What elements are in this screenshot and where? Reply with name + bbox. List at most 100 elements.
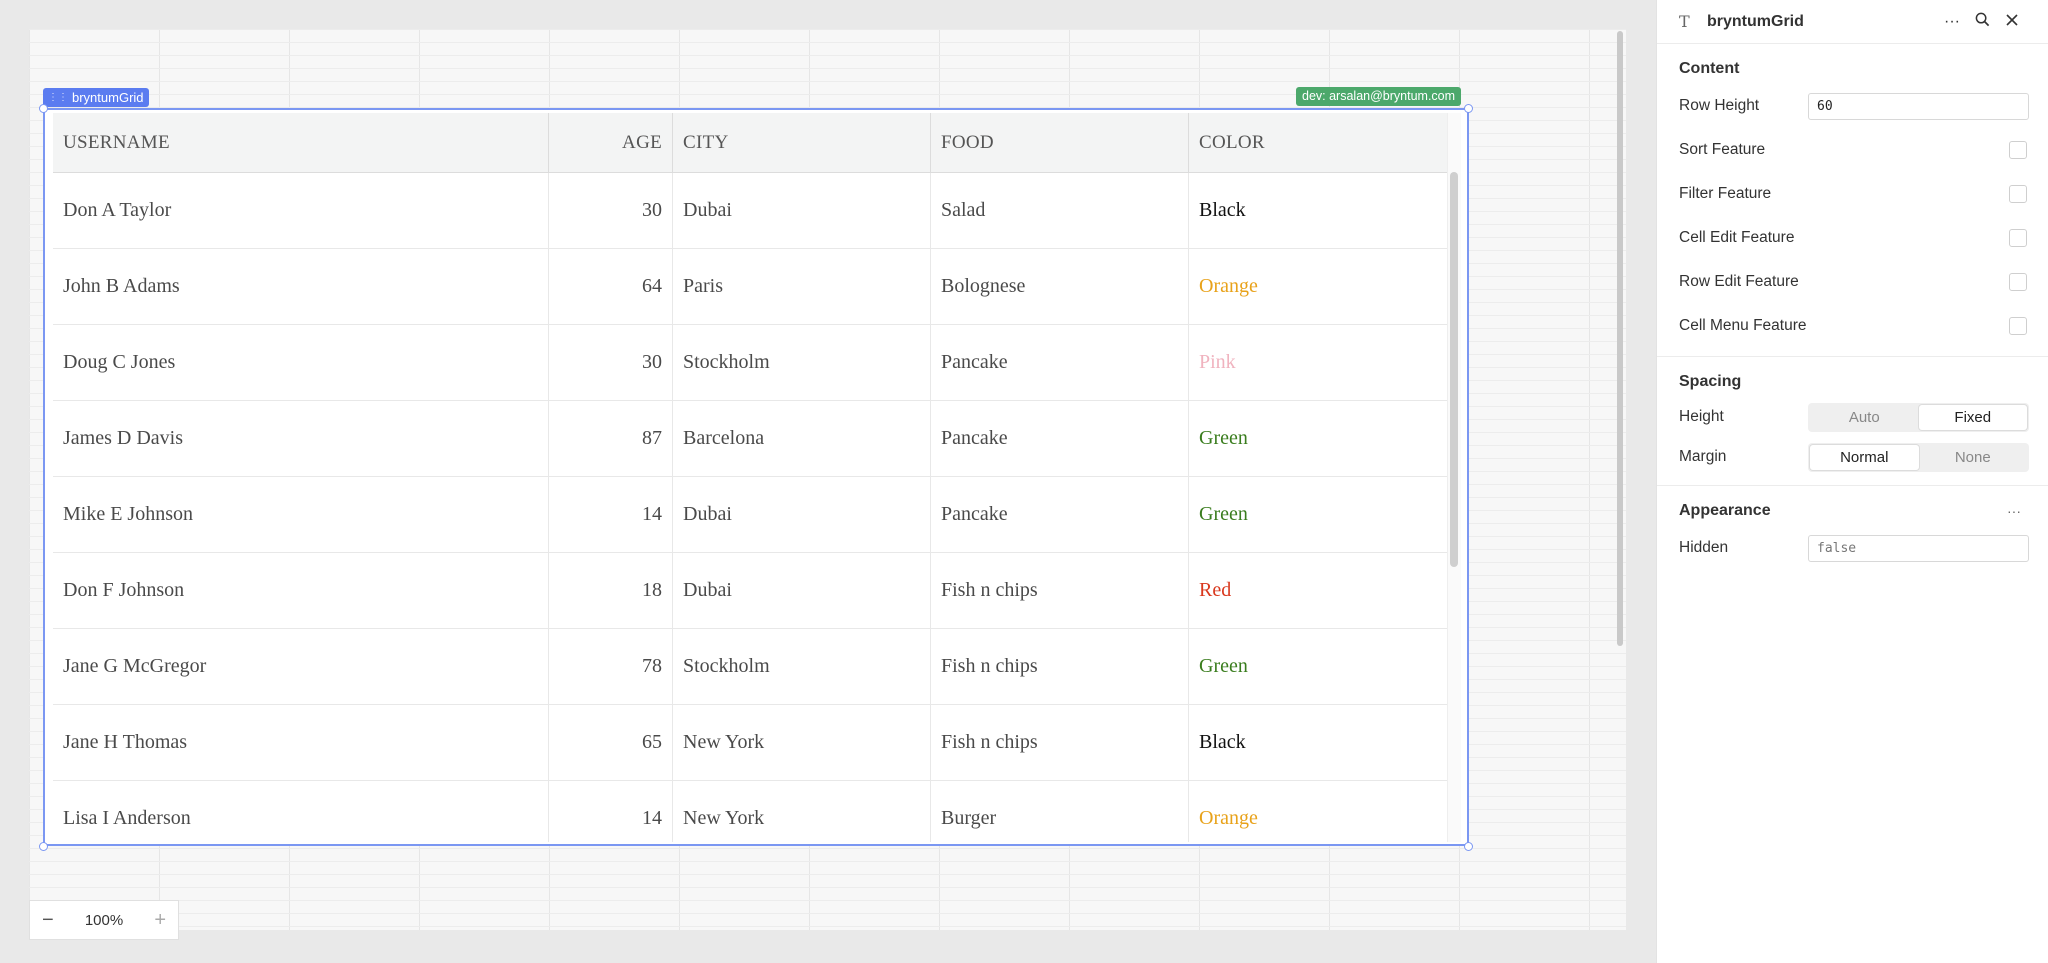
feature-label: Filter Feature (1679, 185, 1772, 202)
table-row[interactable]: Don A Taylor 30 Dubai Salad Black (53, 173, 1450, 249)
feature-list: Sort Feature Filter Feature Cell Edit Feat… (1657, 128, 2048, 348)
height-option-auto[interactable]: Auto (1810, 405, 1919, 430)
column-header-username[interactable]: USERNAME (53, 113, 549, 172)
height-option-fixed[interactable]: Fixed (1918, 404, 2027, 430)
cell-food[interactable]: Salad (931, 173, 1189, 248)
cell-color[interactable]: Red (1189, 553, 1450, 628)
drag-grip-icon[interactable]: ⋮⋮ (48, 88, 68, 107)
cell-age[interactable]: 87 (549, 401, 673, 476)
cell-city[interactable]: New York (673, 781, 931, 842)
cell-food[interactable]: Pancake (931, 325, 1189, 400)
margin-row: Margin Normal None (1657, 437, 2048, 477)
data-grid: USERNAME AGE CITY FOOD COLOR Don A Taylo… (53, 113, 1450, 842)
cell-username[interactable]: Lisa I Anderson (53, 781, 549, 842)
properties-panel: T bryntumGrid ··· Content Row Height 60 … (1656, 0, 2048, 963)
appearance-title-text: Appearance (1679, 502, 1771, 519)
cell-username[interactable]: James D Davis (53, 401, 549, 476)
cell-age[interactable]: 65 (549, 705, 673, 780)
cell-city[interactable]: Paris (673, 249, 931, 324)
cell-age[interactable]: 14 (549, 781, 673, 842)
cell-food[interactable]: Pancake (931, 401, 1189, 476)
resize-handle-top-left[interactable] (39, 104, 48, 113)
cell-username[interactable]: John B Adams (53, 249, 549, 324)
canvas-scrollbar[interactable] (1617, 31, 1623, 646)
cell-color[interactable]: Pink (1189, 325, 1450, 400)
hidden-input[interactable]: false (1808, 534, 2029, 562)
cell-city[interactable]: Stockholm (673, 325, 931, 400)
resize-handle-bottom-left[interactable] (39, 842, 48, 851)
table-row[interactable]: Doug C Jones 30 Stockholm Pancake Pink (53, 325, 1450, 401)
cell-color[interactable]: Black (1189, 173, 1450, 248)
grid-header: USERNAME AGE CITY FOOD COLOR (53, 113, 1450, 173)
cell-city[interactable]: Dubai (673, 477, 931, 552)
feature-row: Cell Edit Feature (1657, 216, 2048, 260)
cell-color[interactable]: Green (1189, 401, 1450, 476)
table-row[interactable]: James D Davis 87 Barcelona Pancake Green (53, 401, 1450, 477)
cell-food[interactable]: Pancake (931, 477, 1189, 552)
cell-city[interactable]: Dubai (673, 553, 931, 628)
column-header-color[interactable]: COLOR (1189, 113, 1450, 172)
appearance-section: Appearance ··· Hidden false (1657, 486, 2048, 578)
table-row[interactable]: Jane G McGregor 78 Stockholm Fish n chips Gr… (53, 629, 1450, 705)
content-section-title: Content (1657, 54, 2048, 84)
feature-checkbox[interactable] (2009, 141, 2027, 159)
table-row[interactable]: Lisa I Anderson 14 New York Burger Orange (53, 781, 1450, 842)
cell-username[interactable]: Jane G McGregor (53, 629, 549, 704)
resize-handle-top-right[interactable] (1464, 104, 1473, 113)
column-header-city[interactable]: CITY (673, 113, 931, 172)
feature-label: Sort Feature (1679, 141, 1766, 158)
cell-city[interactable]: Dubai (673, 173, 931, 248)
feature-row: Row Edit Feature (1657, 260, 2048, 304)
cell-age[interactable]: 30 (549, 325, 673, 400)
panel-title: bryntumGrid (1707, 12, 1804, 30)
margin-option-none[interactable]: None (1919, 445, 2028, 470)
cell-age[interactable]: 78 (549, 629, 673, 704)
cell-color[interactable]: Orange (1189, 781, 1450, 842)
cell-food[interactable]: Fish n chips (931, 629, 1189, 704)
resize-handle-bottom-right[interactable] (1464, 842, 1473, 851)
table-row[interactable]: Mike E Johnson 14 Dubai Pancake Green (53, 477, 1450, 553)
feature-checkbox[interactable] (2009, 273, 2027, 291)
cell-food[interactable]: Bolognese (931, 249, 1189, 324)
table-row[interactable]: Jane H Thomas 65 New York Fish n chips Black (53, 705, 1450, 781)
appearance-section-title: Appearance ··· (1657, 496, 2048, 526)
feature-label: Row Edit Feature (1679, 273, 1799, 290)
row-height-input[interactable]: 60 (1808, 92, 2029, 120)
zoom-out-button[interactable]: − (42, 909, 54, 932)
cell-city[interactable]: Barcelona (673, 401, 931, 476)
column-header-food[interactable]: FOOD (931, 113, 1189, 172)
cell-city[interactable]: New York (673, 705, 931, 780)
cell-color[interactable]: Orange (1189, 249, 1450, 324)
cell-city[interactable]: Stockholm (673, 629, 931, 704)
cell-username[interactable]: Mike E Johnson (53, 477, 549, 552)
cell-food[interactable]: Fish n chips (931, 553, 1189, 628)
cell-age[interactable]: 18 (549, 553, 673, 628)
component-tag[interactable]: ⋮⋮ bryntumGrid (43, 88, 149, 107)
feature-checkbox[interactable] (2009, 317, 2027, 335)
cell-color[interactable]: Green (1189, 629, 1450, 704)
cell-color[interactable]: Green (1189, 477, 1450, 552)
cell-username[interactable]: Don F Johnson (53, 553, 549, 628)
table-row[interactable]: John B Adams 64 Paris Bolognese Orange (53, 249, 1450, 325)
margin-option-normal[interactable]: Normal (1810, 444, 1919, 470)
feature-checkbox[interactable] (2009, 229, 2027, 247)
cell-age[interactable]: 14 (549, 477, 673, 552)
cell-age[interactable]: 64 (549, 249, 673, 324)
cell-username[interactable]: Jane H Thomas (53, 705, 549, 780)
table-row[interactable]: Don F Johnson 18 Dubai Fish n chips Red (53, 553, 1450, 629)
cell-username[interactable]: Don A Taylor (53, 173, 549, 248)
zoom-in-button[interactable]: + (154, 909, 166, 932)
cell-color[interactable]: Black (1189, 705, 1450, 780)
cell-food[interactable]: Burger (931, 781, 1189, 842)
close-icon[interactable] (1997, 13, 2027, 31)
more-horizontal-icon[interactable]: ··· (1937, 13, 1967, 31)
appearance-more-icon[interactable]: ··· (2007, 503, 2021, 519)
column-header-age[interactable]: AGE (549, 113, 673, 172)
grid-scrollbar[interactable] (1450, 172, 1458, 567)
feature-checkbox[interactable] (2009, 185, 2027, 203)
cell-age[interactable]: 30 (549, 173, 673, 248)
search-icon[interactable] (1967, 12, 1997, 32)
height-label: Height (1679, 408, 1724, 425)
cell-food[interactable]: Fish n chips (931, 705, 1189, 780)
cell-username[interactable]: Doug C Jones (53, 325, 549, 400)
